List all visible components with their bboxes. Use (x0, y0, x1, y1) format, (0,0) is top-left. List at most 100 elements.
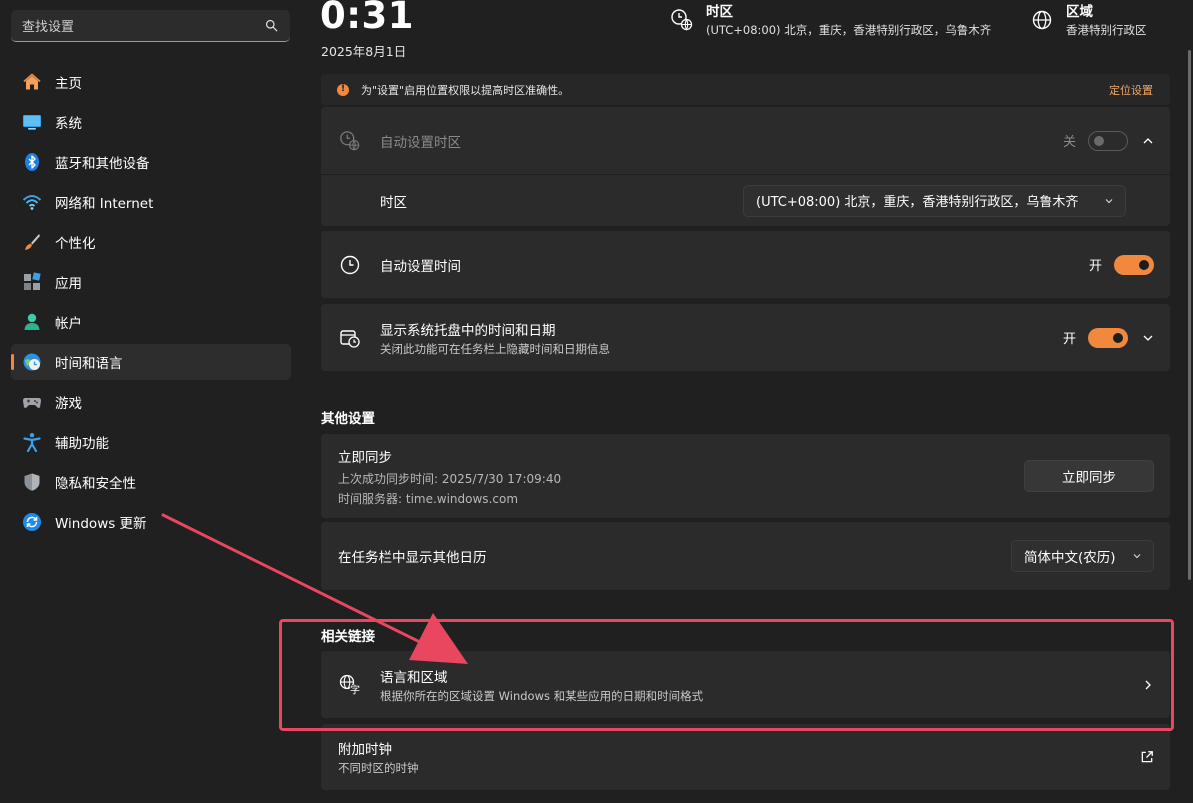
timezone-summary: 时区 (UTC+08:00) 北京，重庆，香港特别行政区，乌鲁木齐 (670, 3, 991, 39)
timezone-selected: (UTC+08:00) 北京，重庆，香港特别行政区，乌鲁木齐 (756, 195, 1079, 210)
sidebar-item-label: 系统 (55, 116, 82, 132)
auto-timezone-state: 关 (1062, 135, 1076, 150)
auto-timezone-toggle[interactable] (1088, 130, 1128, 151)
time-server-text: 时间服务器: time.windows.com (338, 491, 519, 506)
sidebar-item-personalization[interactable]: 个性化 (11, 224, 291, 260)
auto-timezone-row: 自动设置时区 关 (321, 107, 1170, 175)
current-date: 2025年8月1日 (321, 44, 407, 59)
time-language-icon (21, 351, 43, 373)
sidebar-item-home[interactable]: 主页 (11, 64, 291, 100)
language-region-label: 语言和区域 (380, 669, 448, 686)
sidebar-item-label: 应用 (55, 276, 82, 292)
svg-text:字: 字 (350, 683, 360, 696)
gamepad-icon (21, 391, 43, 413)
sidebar-nav: 主页 系统 蓝牙和其他设备 网络和 Internet 个性化 应用 帐户 时间和… (11, 64, 291, 544)
globe-icon (1030, 8, 1054, 32)
notice-text: 为"设置"启用位置权限以提高时区准确性。 (361, 83, 570, 97)
tray-time-description: 关闭此功能可在任务栏上隐藏时间和日期信息 (380, 341, 610, 356)
external-link-icon (1140, 750, 1154, 764)
search-box[interactable]: 查找设置 (11, 10, 290, 42)
auto-timezone-label: 自动设置时区 (380, 134, 461, 151)
settings-window: 查找设置 主页 系统 蓝牙和其他设备 网络和 Internet 个性化 应用 帐… (0, 0, 1193, 803)
sidebar-item-gaming[interactable]: 游戏 (11, 384, 291, 420)
region-summary: 区域 香港特别行政区 (1030, 3, 1147, 39)
shield-icon (21, 471, 43, 493)
language-region-description: 根据你所在的区域设置 Windows 和某些应用的日期和时间格式 (380, 688, 704, 703)
location-settings-link[interactable]: 定位设置 (1109, 82, 1153, 98)
sidebar-item-system[interactable]: 系统 (11, 104, 291, 140)
related-links-title: 相关链接 (321, 629, 375, 645)
language-region-link[interactable]: 字 语言和区域 根据你所在的区域设置 Windows 和某些应用的日期和时间格式 (321, 651, 1170, 718)
auto-time-label: 自动设置时间 (380, 258, 461, 275)
current-time: 0:31 (320, 0, 415, 37)
region-title: 区域 (1066, 4, 1093, 20)
apps-icon (21, 271, 43, 293)
sidebar-item-label: 蓝牙和其他设备 (55, 156, 150, 172)
sync-now-button[interactable]: 立即同步 (1024, 460, 1154, 492)
monitor-icon (21, 111, 43, 133)
chevron-up-icon[interactable] (1142, 135, 1154, 147)
additional-clocks-link[interactable]: 附加时钟 不同时区的时钟 (321, 724, 1170, 790)
tray-time-card: 显示系统托盘中的时间和日期 关闭此功能可在任务栏上隐藏时间和日期信息 开 (321, 304, 1170, 371)
calendar-selected: 简体中文(农历) (1024, 550, 1116, 566)
region-value: 香港特别行政区 (1066, 23, 1147, 37)
last-sync-text: 上次成功同步时间: 2025/7/30 17:09:40 (338, 471, 562, 486)
location-notice: ! 为"设置"启用位置权限以提高时区准确性。 定位设置 (321, 74, 1170, 105)
sidebar-item-label: 帐户 (55, 316, 82, 332)
timezone-group: 自动设置时区 关 时区 (UTC+08:00) 北京，重庆，香港特别行政区，乌鲁… (321, 107, 1170, 226)
chevron-down-icon (1103, 195, 1115, 207)
sidebar-item-time-language[interactable]: 时间和语言 (11, 344, 291, 380)
sidebar-item-label: 个性化 (55, 236, 96, 252)
sidebar-item-windows-update[interactable]: Windows 更新 (11, 504, 291, 540)
calendar-label: 在任务栏中显示其他日历 (338, 550, 487, 566)
sidebar-item-label: 隐私和安全性 (55, 476, 136, 492)
clock-icon (339, 254, 361, 276)
tray-time-state: 开 (1062, 332, 1076, 347)
search-icon[interactable] (265, 19, 278, 32)
timezone-value: (UTC+08:00) 北京，重庆，香港特别行政区，乌鲁木齐 (706, 23, 992, 37)
tray-time-toggle[interactable] (1088, 327, 1128, 348)
accessibility-icon (21, 431, 43, 453)
auto-time-state: 开 (1088, 259, 1102, 274)
warning-icon: ! (337, 83, 349, 96)
calendar-dropdown[interactable]: 简体中文(农历) (1011, 540, 1154, 572)
chevron-down-icon (1131, 550, 1143, 562)
globe-clock-icon (339, 130, 361, 152)
search-input[interactable]: 查找设置 (22, 16, 74, 35)
chevron-down-icon[interactable] (1142, 332, 1154, 344)
sync-card: 立即同步 上次成功同步时间: 2025/7/30 17:09:40 时间服务器:… (321, 434, 1170, 518)
sidebar-item-label: Windows 更新 (55, 516, 147, 532)
language-icon: 字 (339, 674, 361, 696)
sidebar: 查找设置 主页 系统 蓝牙和其他设备 网络和 Internet 个性化 应用 帐… (0, 0, 300, 803)
sidebar-item-label: 网络和 Internet (55, 196, 154, 212)
calendar-clock-icon (339, 327, 361, 349)
sidebar-item-accounts[interactable]: 帐户 (11, 304, 291, 340)
globe-clock-icon (670, 8, 694, 32)
brush-icon (21, 231, 43, 253)
sidebar-item-label: 游戏 (55, 396, 82, 412)
sync-label: 立即同步 (338, 449, 392, 466)
bluetooth-icon (21, 151, 43, 173)
sidebar-item-label: 辅助功能 (55, 436, 109, 452)
timezone-label: 时区 (380, 194, 407, 211)
additional-clocks-description: 不同时区的时钟 (338, 761, 419, 775)
sidebar-item-accessibility[interactable]: 辅助功能 (11, 424, 291, 460)
sidebar-item-network[interactable]: 网络和 Internet (11, 184, 291, 220)
timezone-title: 时区 (706, 4, 733, 20)
scrollbar[interactable] (1188, 50, 1191, 580)
sidebar-item-label: 主页 (55, 76, 82, 92)
chevron-right-icon (1142, 679, 1154, 691)
tray-time-label: 显示系统托盘中的时间和日期 (380, 322, 556, 339)
sidebar-item-apps[interactable]: 应用 (11, 264, 291, 300)
additional-clocks-label: 附加时钟 (338, 742, 392, 758)
sidebar-item-label: 时间和语言 (55, 356, 123, 372)
home-icon (21, 71, 43, 93)
auto-time-toggle[interactable] (1114, 254, 1154, 275)
update-icon (21, 511, 43, 533)
other-settings-title: 其他设置 (321, 411, 375, 427)
sidebar-item-bluetooth[interactable]: 蓝牙和其他设备 (11, 144, 291, 180)
sidebar-item-privacy[interactable]: 隐私和安全性 (11, 464, 291, 500)
timezone-dropdown[interactable]: (UTC+08:00) 北京，重庆，香港特别行政区，乌鲁木齐 (743, 184, 1126, 217)
auto-time-card: 自动设置时间 开 (321, 231, 1170, 298)
calendar-card: 在任务栏中显示其他日历 简体中文(农历) (321, 522, 1170, 590)
